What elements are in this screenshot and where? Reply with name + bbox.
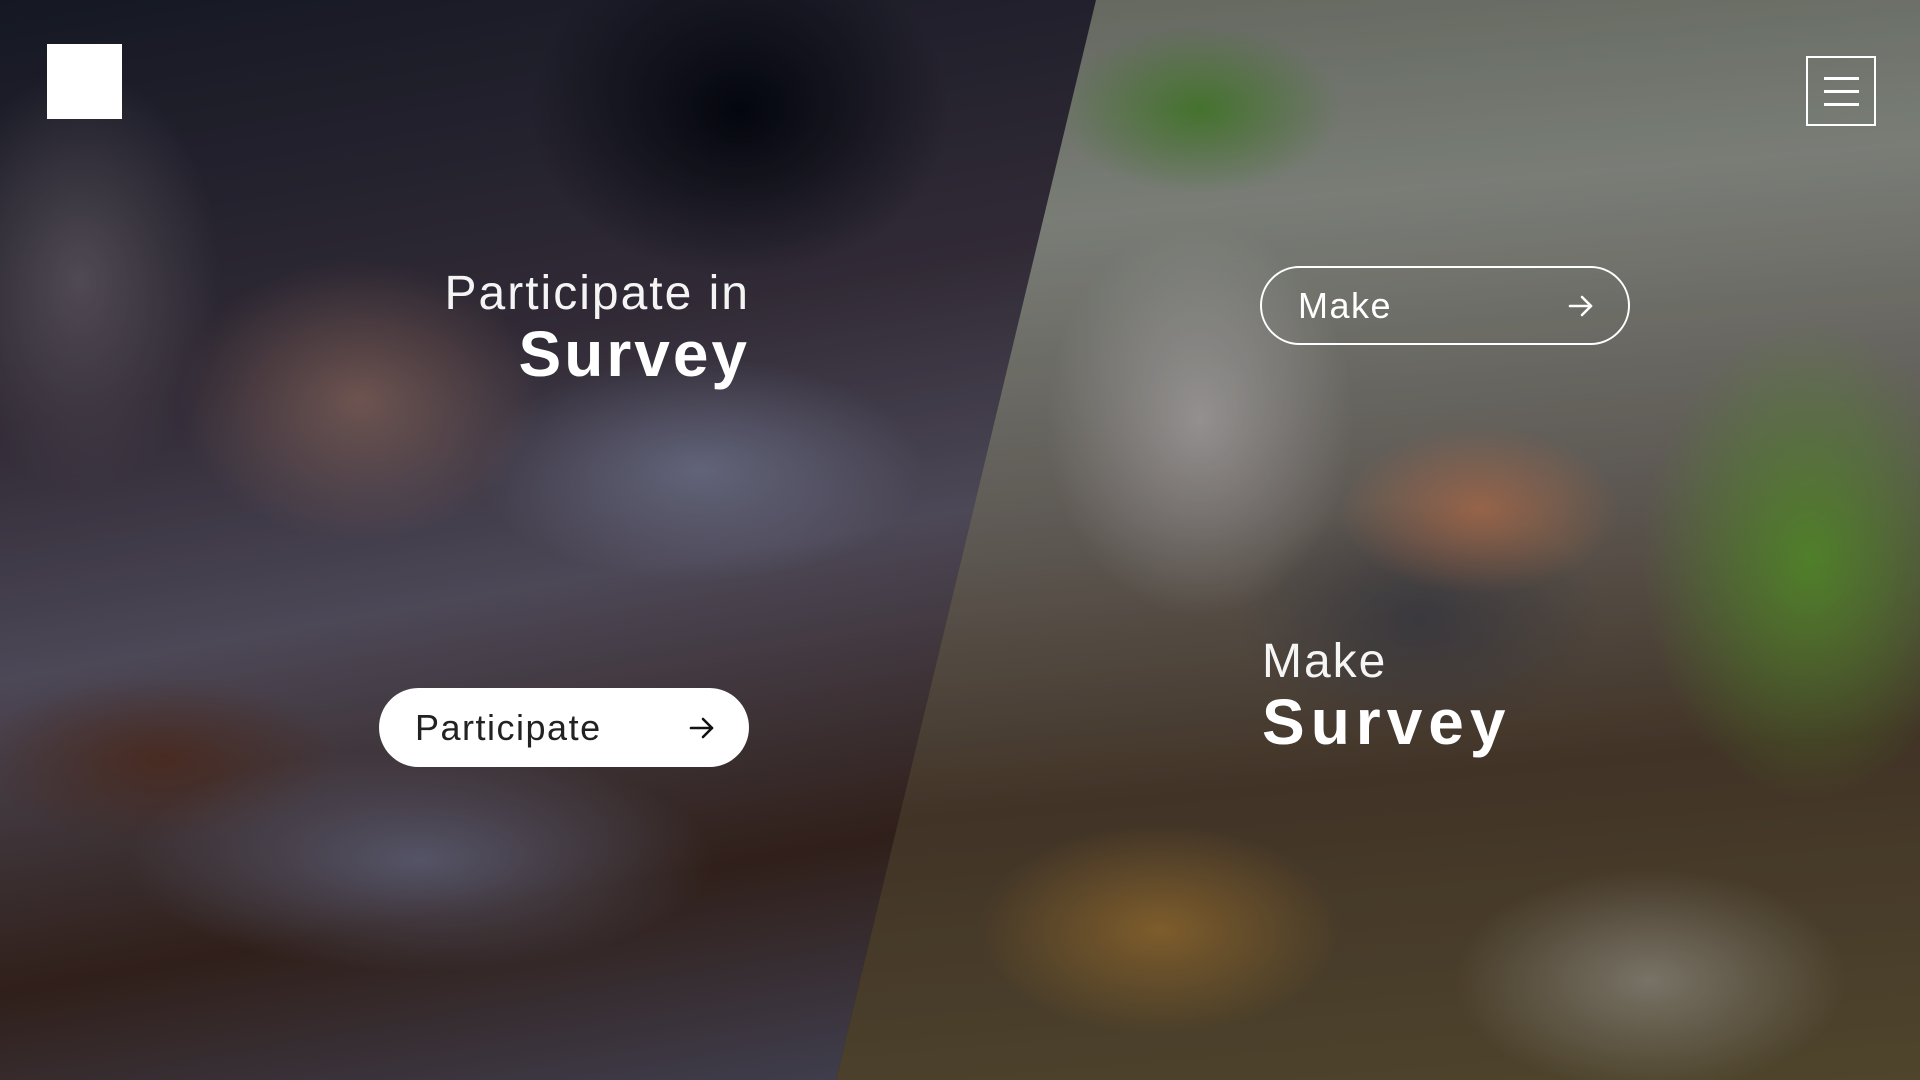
participate-heading: Participate in Survey xyxy=(444,267,750,390)
arrow-right-icon xyxy=(1568,293,1594,319)
hamburger-menu-icon-bar xyxy=(1824,103,1859,106)
make-button[interactable]: Make xyxy=(1260,266,1630,345)
make-button-label: Make xyxy=(1298,284,1393,326)
hamburger-menu-icon xyxy=(1824,77,1859,80)
menu-button[interactable] xyxy=(1806,56,1876,126)
landing-stage: Participate in Survey Participate Make M… xyxy=(0,0,1920,1080)
make-heading-light: Make xyxy=(1262,635,1388,688)
arrow-right-icon xyxy=(689,715,715,741)
participate-button[interactable]: Participate xyxy=(379,688,749,767)
logo-icon[interactable] xyxy=(47,44,122,119)
participate-heading-light: Participate in xyxy=(444,267,750,320)
participate-heading-bold: Survey xyxy=(518,317,750,390)
make-heading: Make Survey xyxy=(1262,635,1512,758)
participate-button-label: Participate xyxy=(415,706,602,748)
make-heading-bold: Survey xyxy=(1262,685,1512,758)
hamburger-menu-icon-bar xyxy=(1824,90,1859,93)
